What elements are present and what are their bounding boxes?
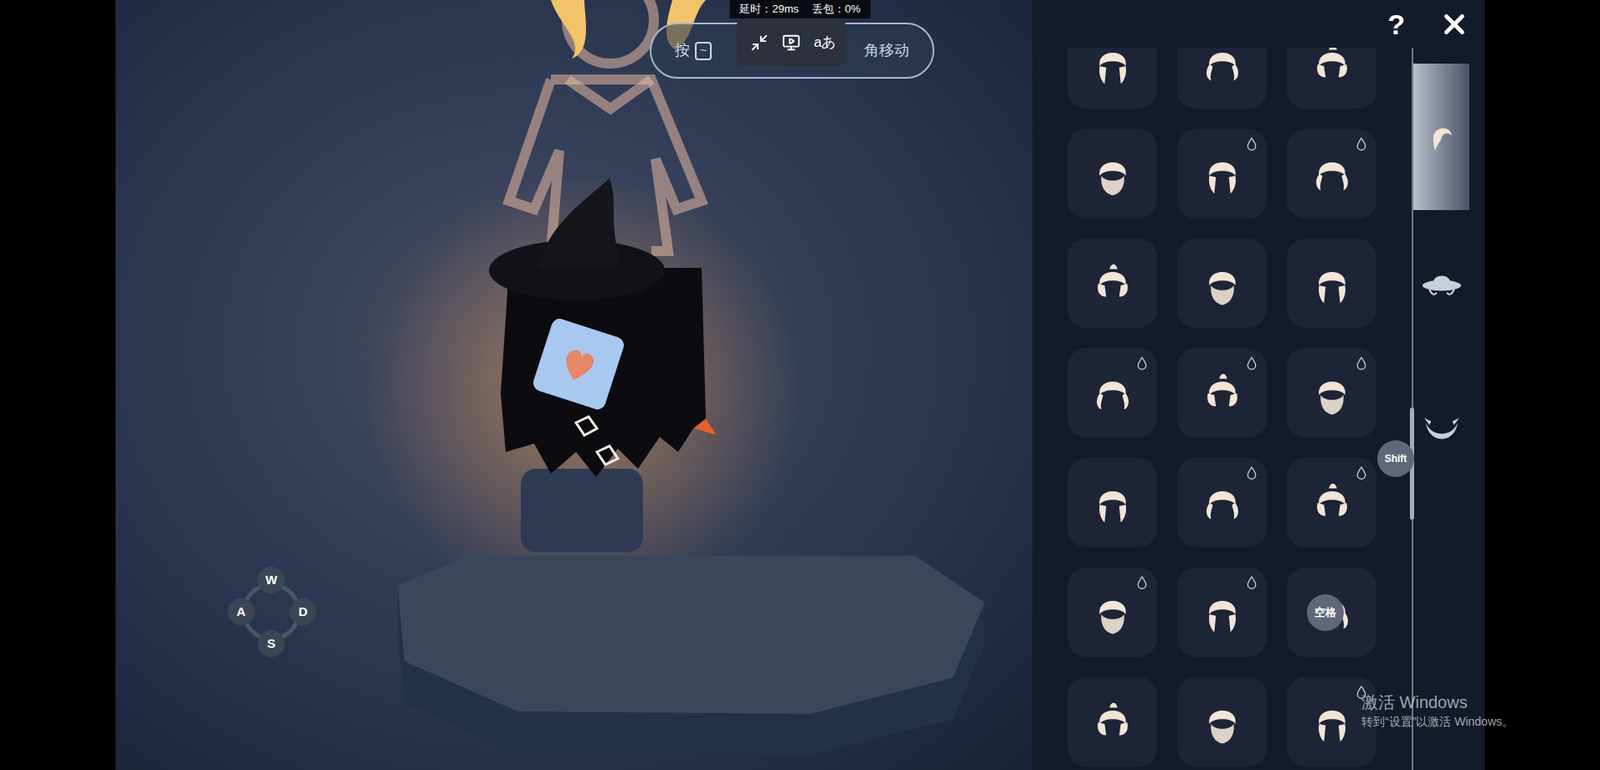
hair-item[interactable] [1177, 238, 1267, 329]
movement-pad[interactable]: WASD [225, 565, 318, 659]
hair-item[interactable] [1286, 457, 1377, 548]
category-tab[interactable] [1413, 356, 1470, 504]
movement-key[interactable]: A [227, 598, 255, 626]
dye-drop-icon [1136, 576, 1148, 590]
horns-tab-icon [1419, 412, 1464, 448]
item-grid [1032, 47, 1412, 767]
hair-icon [1088, 369, 1137, 418]
shift-key-hint: Shift [1377, 440, 1415, 478]
hair-icon [1307, 259, 1357, 309]
hair-icon [1198, 369, 1247, 418]
movement-key[interactable]: W [257, 566, 285, 594]
scene-view[interactable] [115, 0, 1033, 770]
dye-drop-icon [1356, 137, 1367, 151]
right-letterbox [1484, 0, 1600, 770]
latency-bar: 延时：29ms 丢包：0% [729, 0, 871, 19]
hint-prefix: 按 [674, 39, 690, 62]
hair-item[interactable] [1177, 128, 1267, 219]
movement-key[interactable]: D [289, 598, 317, 626]
pedestal [397, 555, 985, 756]
dye-drop-icon [1356, 356, 1367, 371]
hair-item[interactable] [1177, 457, 1267, 548]
space-key-hint: 空格 [1306, 594, 1344, 632]
close-icon[interactable] [1438, 8, 1471, 41]
hint-suffix: 角移动 [864, 39, 910, 62]
hair-icon [1198, 149, 1247, 199]
hair-item[interactable] [1067, 457, 1158, 548]
panel-header: ? [1032, 0, 1485, 48]
hair-icon [1307, 369, 1357, 418]
hair-icon [1198, 478, 1247, 528]
help-button[interactable]: ? [1387, 10, 1405, 39]
hair-icon [1088, 47, 1137, 89]
hair-item[interactable] [1067, 677, 1158, 767]
category-tab[interactable] [1413, 210, 1470, 357]
packet-loss-text: 丢包：0% [812, 0, 861, 18]
hair-item[interactable] [1177, 567, 1267, 658]
dye-drop-icon [1246, 576, 1257, 590]
hair-item[interactable] [1067, 348, 1158, 438]
hair-icon [1088, 259, 1137, 309]
hair-icon [1198, 588, 1247, 638]
video-enhance-icon[interactable] [781, 33, 801, 52]
translate-button[interactable]: aあ [813, 31, 836, 54]
character [488, 178, 717, 553]
dye-drop-icon [1356, 466, 1367, 480]
hair-icon [1307, 698, 1357, 747]
hair-item[interactable] [1177, 348, 1267, 438]
hair-item[interactable] [1177, 47, 1267, 109]
item-grid-viewport[interactable] [1032, 47, 1412, 770]
activation-watermark: 激活 Windows转到“设置”以激活 Windows。 [1361, 691, 1514, 731]
dye-drop-icon [1246, 466, 1257, 480]
hair-icon [1088, 588, 1137, 638]
dye-drop-icon [1246, 137, 1257, 151]
stream-toolbar: aあ [736, 18, 846, 67]
hair-icon [1198, 698, 1247, 747]
hair-icon [1307, 47, 1357, 89]
movement-key[interactable]: S [257, 630, 285, 658]
hair-item[interactable] [1067, 128, 1158, 219]
hair-item[interactable] [1067, 238, 1158, 329]
watermark-subtitle: 转到“设置”以激活 Windows。 [1361, 713, 1514, 731]
hair-item[interactable] [1286, 238, 1377, 329]
hair-item[interactable] [1286, 348, 1377, 438]
hint-key: ~ [694, 41, 712, 61]
hair-icon [1088, 698, 1137, 747]
hair-item[interactable] [1067, 47, 1158, 109]
hair-item[interactable] [1067, 567, 1158, 658]
hint-left: 按~ [674, 39, 712, 62]
hair-icon [1088, 478, 1137, 528]
category-tabs [1411, 47, 1485, 770]
panel-body [1032, 47, 1485, 770]
hair-tab-icon [1425, 120, 1459, 155]
dye-drop-icon [1246, 356, 1257, 371]
watermark-title: 激活 Windows [1361, 691, 1514, 714]
screen: ? Shift 空格 延时：29ms 丢包：0% 按~ 角移动 aあ WASD 激活 Window… [0, 0, 1600, 770]
game-area[interactable]: ? Shift 空格 延时：29ms 丢包：0% 按~ 角移动 aあ WASD [115, 0, 1485, 770]
hair-icon [1198, 259, 1247, 309]
latency-text: 延时：29ms [739, 0, 799, 18]
left-letterbox [0, 0, 116, 770]
category-tab[interactable] [1413, 63, 1470, 211]
hair-item[interactable] [1286, 47, 1377, 109]
closet-panel: ? Shift 空格 [1032, 0, 1485, 770]
hair-item[interactable] [1177, 677, 1267, 767]
game-scene [115, 0, 1033, 770]
hair-icon [1307, 149, 1357, 199]
hair-icon [1198, 47, 1247, 89]
hair-icon [1307, 478, 1357, 528]
hair-icon [1088, 149, 1137, 199]
dye-drop-icon [1136, 356, 1148, 371]
hair-item[interactable] [1286, 128, 1377, 219]
hat-tab-icon [1419, 266, 1464, 302]
collapse-icon[interactable] [750, 33, 769, 52]
